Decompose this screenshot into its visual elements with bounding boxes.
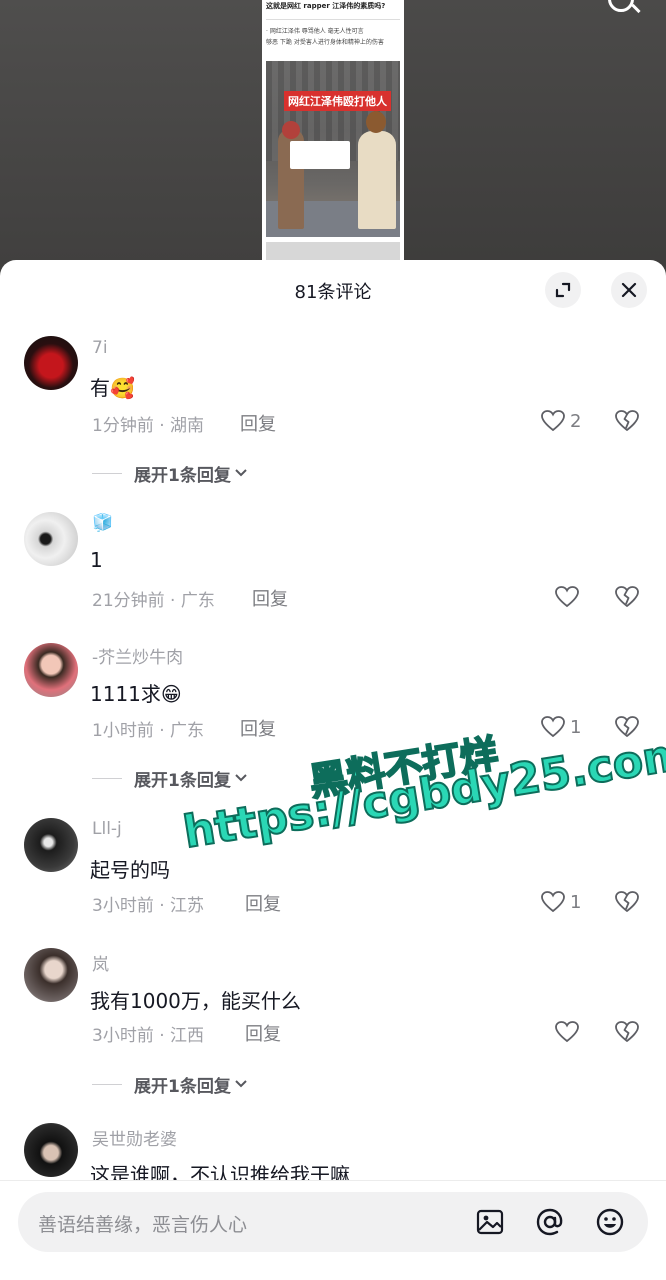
chevron-down-icon <box>235 1080 247 1088</box>
comment-input-placeholder: 善语结善缘，恶言伤人心 <box>38 1214 248 1236</box>
reply-button[interactable]: 回复 <box>252 585 288 611</box>
article-photo: 网红江泽伟殴打他人 <box>266 61 400 237</box>
broken-heart-icon[interactable] <box>614 1019 640 1045</box>
heart-icon <box>555 1021 579 1043</box>
comment-text: 1111求😁 <box>90 678 182 707</box>
comment-meta: 1小时前 · 广东 <box>92 721 205 741</box>
heart-icon <box>541 716 565 738</box>
video-blur-left <box>0 0 262 300</box>
like-button[interactable] <box>554 584 580 610</box>
emoji-icon[interactable] <box>594 1206 626 1238</box>
heart-icon <box>541 891 565 913</box>
avatar[interactable] <box>24 512 78 566</box>
avatar[interactable] <box>24 643 78 697</box>
reply-button[interactable]: 回复 <box>240 410 276 436</box>
heart-icon <box>541 410 565 432</box>
sheet-header: 81条评论 <box>0 260 666 320</box>
photo-inset <box>290 141 350 169</box>
avatar[interactable] <box>24 336 78 390</box>
comment-text-body: 1111求 <box>90 682 161 706</box>
like-count: 2 <box>570 410 582 432</box>
expand-replies-label: 展开1条回复 <box>134 1076 231 1097</box>
comment-text: 这是谁啊，不认识推给我干嘛 <box>90 1163 350 1181</box>
video-article-frame[interactable]: 这就是网红 rapper 江泽伟的素质吗? · 网红江泽伟 辱骂他人 毫无人性可… <box>262 0 404 300</box>
article-divider <box>266 19 400 20</box>
photo-person-left-head <box>282 121 300 139</box>
like-button[interactable] <box>554 1019 580 1045</box>
like-button[interactable]: 1 <box>540 714 581 740</box>
comment-username[interactable]: 吴世勋老婆 <box>92 1125 177 1150</box>
comment-username[interactable]: Lll-j <box>92 819 122 839</box>
expand-replies-label: 展开1条回复 <box>134 465 231 486</box>
like-count: 1 <box>570 716 582 738</box>
like-button[interactable]: 1 <box>540 889 581 915</box>
comment-text: 有🥰 <box>90 372 135 401</box>
chevron-down-icon <box>235 469 247 477</box>
comment-meta: 3小时前 · 江西 <box>92 1026 205 1046</box>
reply-button[interactable]: 回复 <box>240 715 276 741</box>
photo-person-right <box>358 131 396 229</box>
emoji-icon: 🥰 <box>110 376 135 400</box>
photo-caption: 网红江泽伟殴打他人 <box>284 91 391 111</box>
reply-button[interactable]: 回复 <box>245 1020 281 1046</box>
comment-text: 我有1000万，能买什么 <box>90 989 301 1013</box>
article-title: 这就是网红 rapper 江泽伟的素质吗? <box>266 2 386 10</box>
close-button[interactable] <box>611 272 647 308</box>
expand-dash <box>92 1083 122 1085</box>
expand-dash <box>92 777 122 779</box>
broken-heart-icon[interactable] <box>614 408 640 434</box>
comment-meta: 1分钟前 · 湖南 <box>92 416 205 436</box>
comment-username[interactable]: 7i <box>92 338 108 358</box>
avatar[interactable] <box>24 948 78 1002</box>
at-mention-icon[interactable] <box>534 1206 566 1238</box>
photo-person-right-head <box>366 111 386 133</box>
avatar[interactable] <box>24 1123 78 1177</box>
expand-replies-button[interactable]: 展开1条回复 <box>92 766 249 791</box>
like-button[interactable]: 2 <box>540 408 581 434</box>
comment-username[interactable]: 🧊 <box>92 513 113 533</box>
close-icon <box>621 282 637 298</box>
expand-button[interactable] <box>545 272 581 308</box>
expand-dash <box>92 472 122 474</box>
broken-heart-icon[interactable] <box>614 889 640 915</box>
expand-icon <box>555 282 571 298</box>
expand-replies-label: 展开1条回复 <box>134 770 231 791</box>
comment-text: 起号的吗 <box>90 858 170 882</box>
expand-replies-button[interactable]: 展开1条回复 <box>92 461 249 486</box>
chevron-down-icon <box>235 774 247 782</box>
comment-meta: 3小时前 · 江苏 <box>92 896 205 916</box>
broken-heart-icon[interactable] <box>614 584 640 610</box>
comment-text-body: 有 <box>90 376 110 400</box>
video-blur-right <box>404 0 666 300</box>
comment-username[interactable]: 岚 <box>92 950 109 975</box>
article-text-1: · 网红江泽伟 辱骂他人 毫无人性可言 <box>266 28 364 35</box>
emoji-icon: 😁 <box>160 682 182 706</box>
heart-icon <box>555 586 579 608</box>
expand-replies-button[interactable]: 展开1条回复 <box>92 1072 249 1097</box>
image-icon[interactable] <box>474 1206 506 1238</box>
like-count: 1 <box>570 891 582 913</box>
reply-button[interactable]: 回复 <box>245 890 281 916</box>
avatar[interactable] <box>24 818 78 872</box>
comment-username[interactable]: -芥兰炒牛肉 <box>92 643 183 668</box>
comment-input[interactable]: 善语结善缘，恶言伤人心 <box>18 1192 648 1252</box>
comment-meta: 21分钟前 · 广东 <box>92 591 215 611</box>
comment-text: 1 <box>90 548 103 572</box>
article-text-2: 够恶 下跪 对受害人进行身体和精神上的伤害 <box>266 39 384 46</box>
